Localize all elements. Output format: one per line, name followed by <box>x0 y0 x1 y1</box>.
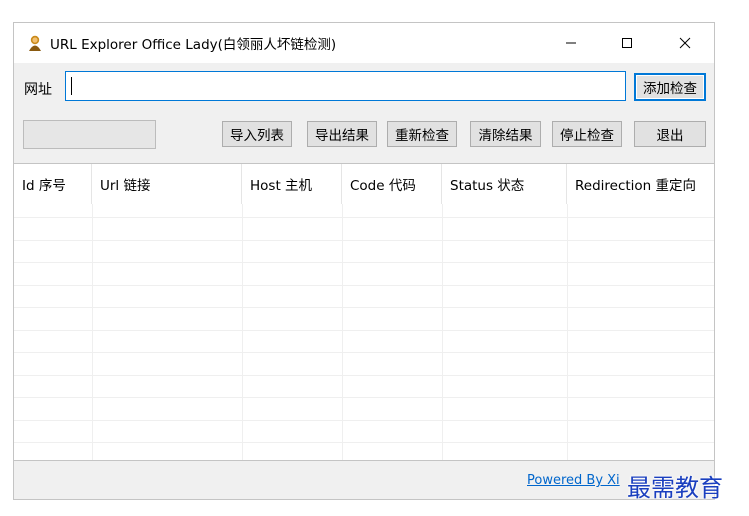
grid-column-line <box>342 204 343 460</box>
watermark: 最需教育 <box>627 474 723 502</box>
column-header-status[interactable]: Status 状态 <box>442 164 567 204</box>
grid-column-line <box>567 204 568 460</box>
grid-row-line <box>14 397 714 398</box>
grid-row-line <box>14 352 714 353</box>
grid-row-line <box>14 239 714 241</box>
stop-check-button[interactable]: 停止检查 <box>552 121 622 147</box>
import-list-button[interactable]: 导入列表 <box>222 121 292 147</box>
grid-column-line <box>92 204 93 460</box>
grid-row-line <box>14 262 714 263</box>
window-title: URL Explorer Office Lady(白领丽人坏链检测) <box>50 37 337 53</box>
maximize-button[interactable] <box>604 23 650 63</box>
grid-row-line <box>14 374 714 376</box>
powered-by-link[interactable]: Powered By Xi <box>527 473 620 488</box>
url-input[interactable] <box>65 71 626 101</box>
grid-row-line <box>14 217 714 218</box>
clear-results-button[interactable]: 清除结果 <box>470 121 541 147</box>
close-button[interactable] <box>662 23 708 63</box>
recheck-button[interactable]: 重新检查 <box>387 121 457 147</box>
maximize-icon <box>622 38 632 48</box>
title-bar[interactable]: URL Explorer Office Lady(白领丽人坏链检测) <box>14 23 714 63</box>
column-header-code[interactable]: Code 代码 <box>342 164 442 204</box>
text-caret <box>71 77 72 95</box>
table-header: Id 序号 Url 链接 Host 主机 Code 代码 Status 状态 R… <box>14 164 714 204</box>
column-header-url[interactable]: Url 链接 <box>92 164 242 204</box>
grid-row-line <box>14 307 714 308</box>
column-header-host[interactable]: Host 主机 <box>242 164 342 204</box>
exit-button[interactable]: 退出 <box>634 121 706 147</box>
column-header-redirection[interactable]: Redirection 重定向 <box>567 164 714 204</box>
app-window: URL Explorer Office Lady(白领丽人坏链检测) 网址 添加… <box>13 22 715 500</box>
close-icon <box>679 37 691 49</box>
column-header-id[interactable]: Id 序号 <box>14 164 92 204</box>
app-icon <box>26 34 44 52</box>
grid-column-line <box>442 204 443 460</box>
progress-bar <box>23 120 156 149</box>
minimize-icon <box>566 42 576 44</box>
results-table[interactable]: Id 序号 Url 链接 Host 主机 Code 代码 Status 状态 R… <box>14 163 714 461</box>
grid-row-line <box>14 419 714 421</box>
export-results-button[interactable]: 导出结果 <box>307 121 377 147</box>
add-check-button[interactable]: 添加检查 <box>634 73 706 101</box>
minimize-button[interactable] <box>548 23 594 63</box>
grid-row-line <box>14 442 714 443</box>
grid-column-line <box>242 204 243 460</box>
grid-row-line <box>14 284 714 286</box>
url-label: 网址 <box>24 82 52 98</box>
grid-row-line <box>14 329 714 331</box>
